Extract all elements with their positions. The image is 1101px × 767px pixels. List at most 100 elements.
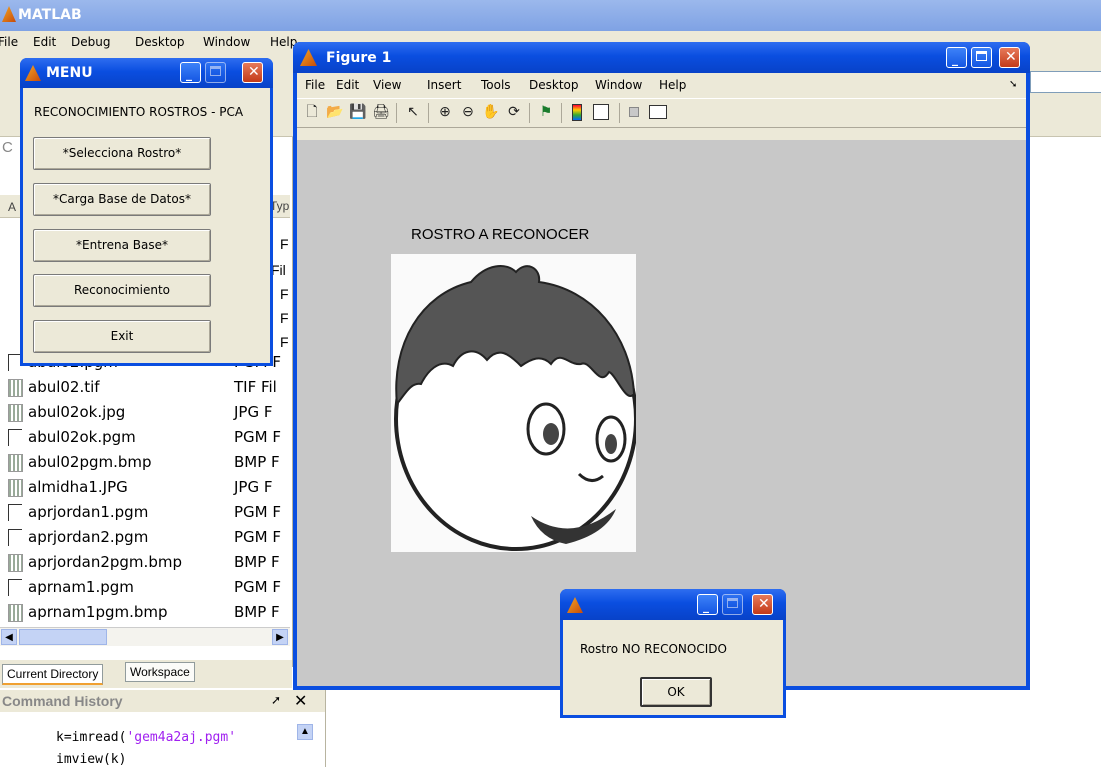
type-col-partial-4: F [280, 334, 289, 350]
command-line-1[interactable]: k=imread('gem4a2aj.pgm' [56, 730, 236, 745]
command-line-2[interactable]: imview(k) [56, 752, 126, 767]
figure-menu-window[interactable]: Window [595, 78, 642, 92]
scroll-right-button[interactable]: ▶ [272, 629, 288, 645]
minimize-button[interactable]: _ [946, 47, 967, 68]
figure-menu-view[interactable]: View [373, 78, 401, 92]
file-name: abul02ok.pgm [28, 428, 136, 446]
maximize-icon [976, 51, 987, 61]
show-plot-tools-icon[interactable] [649, 105, 667, 119]
file-row[interactable]: abul02pgm.bmp BMP F [0, 451, 290, 475]
undock-icon[interactable]: ➚ [271, 693, 281, 707]
matlab-menu-desktop[interactable]: Desktop [135, 35, 185, 49]
file-row[interactable]: aprjordan1.pgm PGM F [0, 501, 290, 525]
toolbar-separator [529, 103, 530, 123]
file-row[interactable]: aprjordan2.pgm PGM F [0, 526, 290, 550]
file-row[interactable]: abul02ok.jpg JPG F [0, 401, 290, 425]
current-directory-field[interactable] [1030, 71, 1101, 93]
matlab-menu-file[interactable]: File [0, 35, 18, 49]
file-list: abul02.pgm PGM F abul02.tif TIF Fil abul… [0, 351, 292, 627]
minimize-button[interactable]: _ [180, 62, 201, 83]
command-text: imview(k) [56, 752, 127, 767]
figure-menu-edit[interactable]: Edit [336, 78, 359, 92]
scroll-thumb[interactable] [19, 629, 107, 645]
tab-workspace[interactable]: Workspace [125, 662, 195, 682]
file-name: aprnam1pgm.bmp [28, 603, 168, 621]
file-type: JPG F [234, 403, 273, 421]
save-icon[interactable]: 💾 [349, 102, 367, 120]
partial-label-c-header: A [8, 200, 17, 214]
minimize-button[interactable]: _ [697, 594, 718, 615]
toolbar-separator [561, 103, 562, 123]
dialog-message: Rostro NO RECONOCIDO [580, 642, 727, 656]
train-base-button[interactable]: *Entrena Base* [33, 229, 211, 262]
file-row[interactable]: aprjordan2pgm.bmp BMP F [0, 551, 290, 575]
open-folder-icon[interactable]: 📂 [326, 102, 344, 120]
file-row[interactable]: aprnam1.pgm PGM F [0, 576, 290, 600]
close-button[interactable]: ✕ [242, 62, 263, 83]
matlab-menu-edit[interactable]: Edit [33, 35, 56, 49]
minimize-icon: _ [952, 52, 958, 66]
scroll-up-button[interactable]: ▲ [297, 724, 313, 740]
figure-title-bar[interactable]: Figure 1 _ ✕ [293, 42, 1030, 73]
maximize-button[interactable] [205, 62, 226, 83]
close-button[interactable]: ✕ [999, 47, 1020, 68]
tab-current-directory[interactable]: Current Directory [2, 664, 104, 685]
maximize-icon [727, 598, 738, 608]
figure-menu-help[interactable]: Help [659, 78, 686, 92]
face-image [391, 254, 636, 552]
file-row[interactable]: almidha1.JPG JPG F [0, 476, 290, 500]
type-col-partial-0: F [280, 236, 289, 252]
zoom-out-icon[interactable]: ⊖ [459, 102, 477, 120]
print-icon[interactable]: 🖨 [372, 102, 390, 120]
matlab-title-bar[interactable]: MATLAB [0, 0, 1101, 31]
data-cursor-icon[interactable]: ⚑ [537, 102, 555, 120]
ok-button[interactable]: OK [640, 677, 712, 707]
file-row[interactable]: abul02ok.pgm PGM F [0, 426, 290, 450]
file-row[interactable]: abul02.tif TIF Fil [0, 376, 290, 400]
scroll-left-button[interactable]: ◀ [1, 629, 17, 645]
partial-label-c: C [2, 139, 13, 156]
recognition-button[interactable]: Reconocimiento [33, 274, 211, 307]
matlab-menu-debug[interactable]: Debug [71, 35, 110, 49]
figure-toolbar: 🗋 📂 💾 🖨 ↖ ⊕ ⊖ ✋ ⟳ ⚑ [297, 98, 1026, 128]
select-face-button[interactable]: *Selecciona Rostro* [33, 137, 211, 170]
load-database-button[interactable]: *Carga Base de Datos* [33, 183, 211, 216]
image-icon [8, 379, 23, 397]
new-file-icon[interactable]: 🗋 [303, 102, 321, 120]
matlab-menu-window[interactable]: Window [203, 35, 250, 49]
file-type: PGM F [234, 428, 282, 446]
figure-menu-file[interactable]: File [305, 78, 325, 92]
command-text: k=imread( [56, 730, 127, 745]
zoom-in-icon[interactable]: ⊕ [436, 102, 454, 120]
dock-arrow-icon[interactable]: ➘ [1009, 79, 1017, 90]
maximize-button[interactable] [971, 47, 992, 68]
rotate-3d-icon[interactable]: ⟳ [505, 102, 523, 120]
menu-title-bar[interactable]: MENU _ ✕ [20, 58, 273, 88]
file-name: almidha1.JPG [28, 478, 128, 496]
file-row[interactable]: aprnam1pgm.bmp BMP F [0, 601, 290, 625]
horizontal-scrollbar[interactable]: ◀ ▶ [0, 627, 290, 646]
legend-icon[interactable] [593, 104, 609, 120]
dialog-title-bar[interactable]: _ ✕ [560, 589, 786, 620]
toolbar-separator [396, 103, 397, 123]
maximize-button[interactable] [722, 594, 743, 615]
close-icon[interactable]: ✕ [294, 691, 307, 711]
hide-plot-tools-icon[interactable] [629, 107, 639, 117]
menu-window: MENU _ ✕ RECONOCIMIENTO ROSTROS - PCA *S… [20, 58, 273, 366]
file-type: PGM F [234, 503, 282, 521]
doc-icon [8, 504, 22, 521]
matlab-logo-icon [567, 597, 583, 613]
arrow-pointer-icon[interactable]: ↖ [404, 102, 422, 120]
close-button[interactable]: ✕ [752, 594, 773, 615]
exit-button[interactable]: Exit [33, 320, 211, 353]
figure-menu-insert[interactable]: Insert [427, 78, 461, 92]
figure-menu-tools[interactable]: Tools [481, 78, 511, 92]
file-name: aprnam1.pgm [28, 578, 134, 596]
pan-hand-icon[interactable]: ✋ [482, 102, 500, 120]
image-icon [8, 404, 23, 422]
file-name: aprjordan2.pgm [28, 528, 149, 546]
image-icon [8, 479, 23, 497]
colorbar-icon[interactable] [572, 104, 582, 121]
figure-menu-desktop[interactable]: Desktop [529, 78, 579, 92]
menu-heading: RECONOCIMIENTO ROSTROS - PCA [34, 105, 244, 119]
